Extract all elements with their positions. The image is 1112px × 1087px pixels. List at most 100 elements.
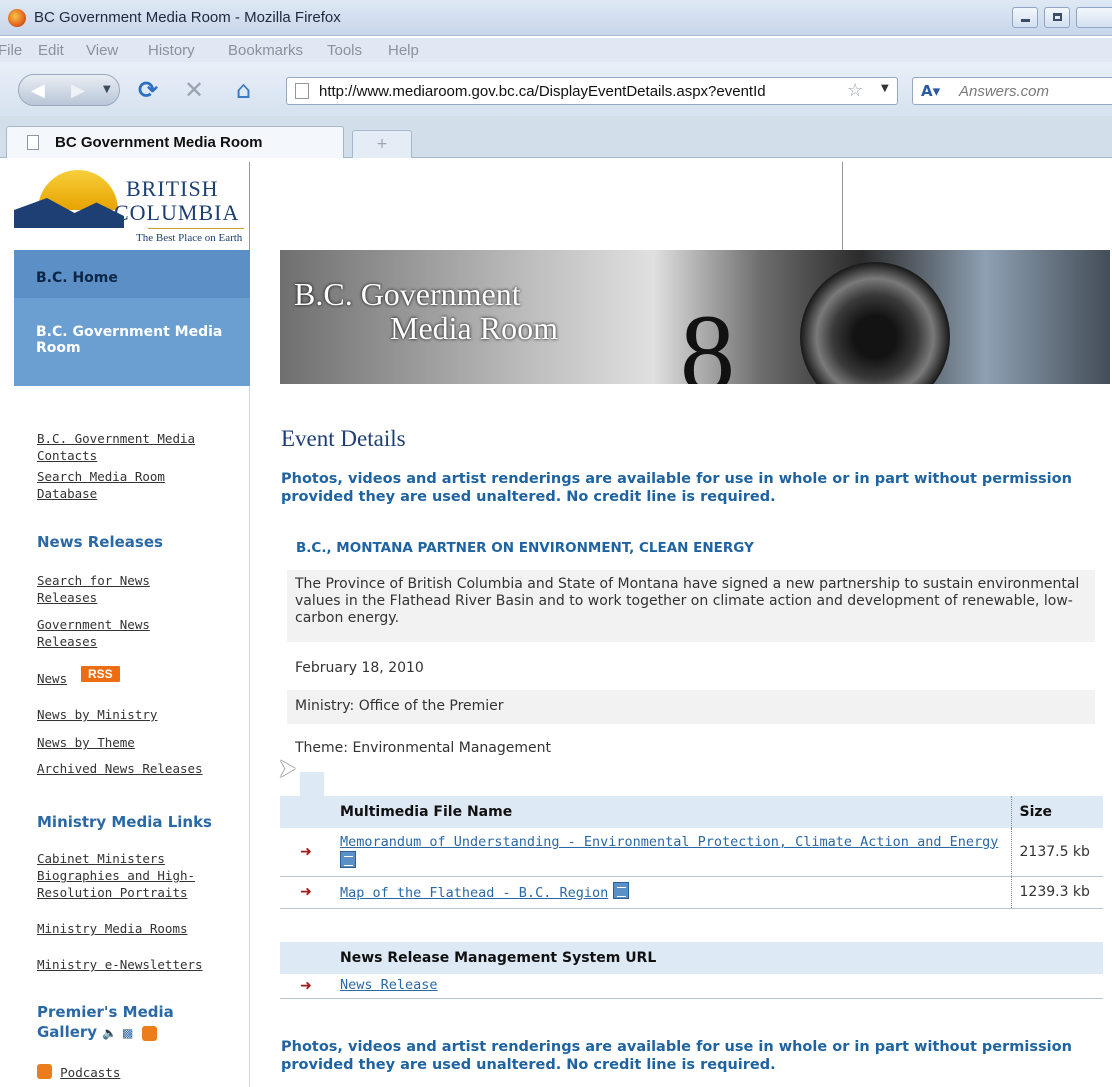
menu-bookmarks[interactable]: Bookmarks xyxy=(228,42,303,59)
file-size-cell: 1239.3 kb xyxy=(1010,876,1103,909)
table-row: ➜ Memorandum of Understanding - Environm… xyxy=(280,828,1103,877)
sidebar-cabinet-ministers[interactable]: Cabinet Ministers Biographies and High-R… xyxy=(37,850,227,901)
sidebar-media-room-link[interactable]: B.C. Government Media Room xyxy=(36,324,236,356)
home-icon[interactable]: ⌂ xyxy=(236,78,251,102)
file-name-cell: Map of the Flathead - B.C. Region xyxy=(332,876,1011,909)
logo-line1: BRITISH xyxy=(126,176,219,201)
row-arrow-icon: ➜ xyxy=(280,828,332,877)
sidebar-news-releases-heading: News Releases xyxy=(37,533,163,551)
web-page: BRITISH COLUMBIA The Best Place on Earth… xyxy=(0,158,1112,1087)
new-tab-button[interactable]: + xyxy=(352,130,412,158)
event-heading: B.C., MONTANA PARTNER ON ENVIRONMENT, CL… xyxy=(296,540,754,556)
mouse-cursor-icon: ⮞ xyxy=(280,756,296,781)
back-arrow-icon[interactable]: ◀ xyxy=(31,80,45,101)
logo-rule xyxy=(148,228,244,229)
banner-title-line2: Media Room xyxy=(390,310,558,346)
sidebar-ministry-media-rooms[interactable]: Ministry Media Rooms xyxy=(37,920,188,937)
history-dropdown-icon[interactable]: ▼ xyxy=(103,84,111,95)
podcast-feed-icon[interactable] xyxy=(37,1064,52,1079)
table-corner xyxy=(300,772,324,796)
tab-bc-government-media-room[interactable]: BC Government Media Room xyxy=(6,126,344,158)
bookmark-star-icon[interactable]: ☆ xyxy=(847,80,863,101)
url-text[interactable]: http://www.mediaroom.gov.bc.ca/DisplayEv… xyxy=(319,83,819,100)
page-icon xyxy=(27,135,39,150)
sidebar-ministry-enewsletters[interactable]: Ministry e-Newsletters xyxy=(37,956,203,973)
menu-file[interactable]: File xyxy=(0,42,22,59)
file-name-cell: Memorandum of Understanding - Environmen… xyxy=(332,828,1011,877)
search-input[interactable]: Answers.com xyxy=(959,83,1049,100)
table-row: ➜ News Release xyxy=(280,974,1103,999)
sidebar-top: B.C. Home B.C. Government Media Room xyxy=(14,250,250,386)
forward-arrow-icon[interactable]: ▶ xyxy=(71,80,85,101)
reload-icon[interactable]: ⟳ xyxy=(138,78,158,102)
close-window-button[interactable] xyxy=(1076,7,1112,28)
file-size-cell: 2137.5 kb xyxy=(1010,828,1103,877)
video-camera-icon[interactable]: ▩ xyxy=(122,1026,133,1040)
column-header-nrms-url: News Release Management System URL xyxy=(332,942,1103,974)
sidebar-government-news[interactable]: Government News Releases xyxy=(37,616,197,650)
tab-label: BC Government Media Room xyxy=(55,134,263,151)
sidebar: B.C. Government Media Contacts Search Me… xyxy=(14,386,250,1087)
minimize-button[interactable] xyxy=(1012,7,1038,28)
sidebar-ministry-media-heading: Ministry Media Links xyxy=(37,813,212,831)
firefox-logo-icon xyxy=(8,9,26,27)
sidebar-archived-news[interactable]: Archived News Releases xyxy=(37,760,203,777)
window-title: BC Government Media Room - Mozilla Firef… xyxy=(34,9,341,26)
feed-icon[interactable] xyxy=(142,1026,157,1041)
audio-icon[interactable]: 🔈 xyxy=(102,1026,117,1040)
menu-edit[interactable]: Edit xyxy=(38,42,64,59)
address-bar[interactable]: http://www.mediaroom.gov.bc.ca/DisplayEv… xyxy=(286,77,898,105)
sidebar-news-by-ministry[interactable]: News by Ministry xyxy=(37,706,157,723)
page-title: Event Details xyxy=(281,426,406,451)
sidebar-podcasts-row: Podcasts xyxy=(37,1064,120,1081)
back-forward-buttons: ◀ ▶ ▼ xyxy=(18,74,120,106)
stop-icon[interactable]: ✕ xyxy=(184,78,204,102)
menu-history[interactable]: History xyxy=(148,42,195,59)
media-room-banner: 8 B.C. Government Media Room xyxy=(280,250,1110,384)
usage-notice-bottom: Photos, videos and artist renderings are… xyxy=(281,1039,1072,1073)
page-icon xyxy=(295,83,309,99)
url-dropdown-icon[interactable]: ▼ xyxy=(881,83,889,94)
row-arrow-icon: ➜ xyxy=(280,974,332,999)
menu-view[interactable]: View xyxy=(86,42,118,59)
logo-tagline: The Best Place on Earth xyxy=(136,232,243,244)
row-arrow-icon: ➜ xyxy=(280,876,332,909)
sidebar-search-news[interactable]: Search for News Releases xyxy=(37,572,187,606)
sidebar-news-row: News RSS xyxy=(37,666,167,690)
event-date: February 18, 2010 xyxy=(295,660,424,676)
menu-tools[interactable]: Tools xyxy=(327,42,362,59)
maximize-button[interactable] xyxy=(1044,7,1070,28)
column-header-file-name: Multimedia File Name xyxy=(332,796,1011,828)
divider xyxy=(842,162,843,250)
clock-figure: 8 xyxy=(680,292,735,384)
search-bar[interactable]: A▾ Answers.com xyxy=(912,77,1112,105)
menu-help[interactable]: Help xyxy=(388,42,419,59)
news-release-link[interactable]: News Release xyxy=(340,977,438,993)
logo-line2: COLUMBIA xyxy=(114,200,240,225)
sidebar-news-by-theme[interactable]: News by Theme xyxy=(37,734,135,751)
nrms-link-cell: News Release xyxy=(332,974,1103,999)
event-description: The Province of British Columbia and Sta… xyxy=(287,570,1095,642)
sidebar-news[interactable]: News xyxy=(37,670,67,687)
navigation-toolbar: ◀ ▶ ▼ ⟳ ✕ ⌂ http://www.mediaroom.gov.bc.… xyxy=(0,62,1112,116)
multimedia-files-table: Multimedia File Name Size ➜ Memorandum o… xyxy=(280,796,1103,909)
rss-badge[interactable]: RSS xyxy=(81,666,120,682)
usage-notice-top: Photos, videos and artist renderings are… xyxy=(281,471,1072,505)
file-link-memorandum[interactable]: Memorandum of Understanding - Environmen… xyxy=(340,834,998,850)
table-header-blank xyxy=(280,942,332,974)
sidebar-home-link[interactable]: B.C. Home xyxy=(14,250,250,298)
document-icon[interactable] xyxy=(612,882,629,899)
search-engine-icon[interactable]: A▾ xyxy=(921,82,940,100)
event-theme: Theme: Environmental Management xyxy=(295,740,551,756)
camera-lens-image xyxy=(800,262,950,384)
sidebar-search-database[interactable]: Search Media Room Database xyxy=(37,468,217,502)
sidebar-podcasts[interactable]: Podcasts xyxy=(60,1065,120,1080)
window-titlebar: BC Government Media Room - Mozilla Firef… xyxy=(0,0,1112,36)
bc-logo[interactable]: BRITISH COLUMBIA The Best Place on Earth xyxy=(14,162,250,250)
nrms-url-table: News Release Management System URL ➜ New… xyxy=(280,942,1103,999)
tab-bar: BC Government Media Room + xyxy=(0,116,1112,158)
sidebar-media-contacts[interactable]: B.C. Government Media Contacts xyxy=(37,430,237,464)
document-icon[interactable] xyxy=(340,850,356,868)
file-link-flathead-map[interactable]: Map of the Flathead - B.C. Region xyxy=(340,885,608,901)
table-row: ➜ Map of the Flathead - B.C. Region 1239… xyxy=(280,876,1103,909)
